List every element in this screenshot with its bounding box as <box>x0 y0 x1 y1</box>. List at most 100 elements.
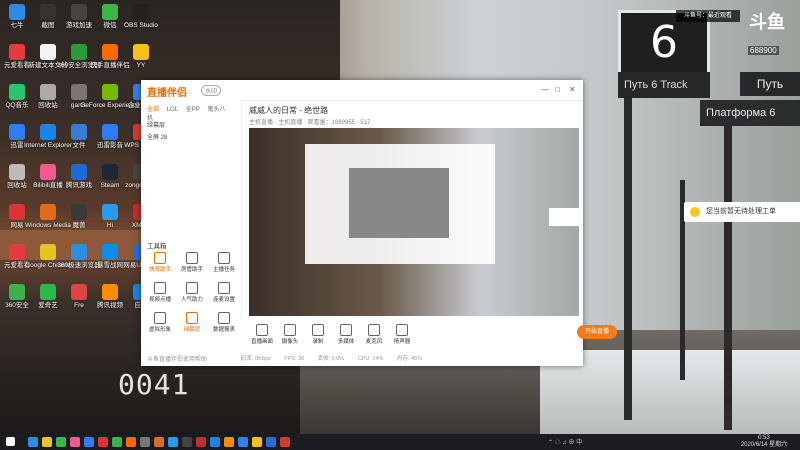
train-number: 0041 <box>118 368 190 401</box>
tab-all[interactable]: 全部 <box>147 107 159 113</box>
room-title: 威威人的日常 - 绝世路 <box>249 106 329 115</box>
action-button[interactable]: 直播画面 <box>249 324 275 345</box>
streamer-window: 直播伴侣 水印 — □ ✕ 全部 LOL 全PP 鬼头八机 绿幕层 全屏 28 … <box>141 80 617 366</box>
status-bitrate: 码率: 0Kbps <box>241 356 271 362</box>
taskbar-app-icon[interactable] <box>112 437 122 447</box>
platform-sign-track: Путь 6 Track <box>618 72 710 98</box>
taskbar-app-icon[interactable] <box>196 437 206 447</box>
tools-title: 工具箱 <box>147 243 167 250</box>
tool-item[interactable]: 视频点播 <box>145 282 175 303</box>
action-icon <box>396 324 408 336</box>
taskbar-app-icon[interactable] <box>42 437 52 447</box>
ticket-popup[interactable]: 您当前暂无待处理工单 <box>684 202 800 222</box>
tool-item[interactable]: 快哥助手 <box>145 252 175 273</box>
taskbar-app-icon[interactable] <box>238 437 248 447</box>
taskbar-app-icon[interactable] <box>252 437 262 447</box>
watermark-badge[interactable]: 水印 <box>201 85 222 96</box>
smile-icon <box>690 207 700 217</box>
tool-icon <box>218 282 230 294</box>
scene-item[interactable]: 绿幕层 <box>147 120 165 129</box>
desktop: 6 Путь 6 Track Путь Платформа 6 0041 七牛元… <box>0 0 800 434</box>
close-button[interactable]: ✕ <box>569 85 576 94</box>
tab-lol[interactable]: LOL <box>167 107 178 113</box>
room-subtitle: 主机直播 · 主机直播 · 观看量：1689955 · 517 <box>249 120 371 126</box>
action-label: 麦克风 <box>365 339 383 345</box>
scene-panel: 全部 LOL 全PP 鬼头八机 绿幕层 全屏 28 工具箱 快哥助手 房管助手 主播… <box>141 100 242 366</box>
start-button[interactable] <box>6 437 15 446</box>
action-bar: 直播画面 摄像头 录制 多媒体 麦克风 扬声器 <box>241 318 583 352</box>
action-label: 录制 <box>312 339 324 345</box>
taskbar-app-icon[interactable] <box>28 437 38 447</box>
tool-label: 绿幕层 <box>183 327 201 333</box>
tool-item[interactable]: 数据报表 <box>209 312 239 333</box>
desktop-icon[interactable]: OBS Studio <box>108 4 174 30</box>
room-id: 688900 <box>748 46 779 55</box>
scene-item[interactable]: 全屏 28 <box>147 132 167 141</box>
status-dropped: 丢帧: 0.0% <box>317 356 345 362</box>
wallpaper-pole <box>724 120 732 430</box>
ticket-popup-text: 您当前暂无待处理工单 <box>706 208 776 215</box>
action-label: 扬声器 <box>393 339 411 345</box>
desktop-icon[interactable]: YY <box>108 44 174 70</box>
taskbar-app-icon[interactable] <box>70 437 80 447</box>
app-icon <box>133 44 149 60</box>
desktop-icon-label: YY <box>136 62 146 69</box>
taskbar-app-icon[interactable] <box>182 437 192 447</box>
wallpaper-pole <box>624 90 632 420</box>
taskbar-app-icon[interactable] <box>56 437 66 447</box>
desktop-icon-label: OBS Studio <box>124 22 158 29</box>
app-icon <box>133 4 149 20</box>
tool-item[interactable]: 房管助手 <box>177 252 207 273</box>
status-bar: 码率: 0Kbps FPS: 30 丢帧: 0.0% CPU: 14% 内存: … <box>241 354 583 366</box>
tool-icon <box>154 312 166 324</box>
action-button[interactable]: 多媒体 <box>333 324 359 345</box>
tool-item[interactable]: 连麦设置 <box>209 282 239 303</box>
tool-label: 人气助力 <box>180 297 203 303</box>
tool-icon <box>154 252 166 264</box>
action-button[interactable]: 摄像头 <box>277 324 303 345</box>
action-label: 多媒体 <box>337 339 355 345</box>
tool-icon <box>218 252 230 264</box>
tool-label: 主播任务 <box>212 267 235 273</box>
taskbar-app-icon[interactable] <box>266 437 276 447</box>
douyu-logo: 斗鱼 <box>749 12 785 33</box>
tool-item[interactable]: 人气助力 <box>177 282 207 303</box>
status-memory: 内存: 45% <box>396 356 423 362</box>
maximize-button[interactable]: □ <box>555 85 560 94</box>
taskbar-app-icon[interactable] <box>224 437 234 447</box>
clock[interactable]: 0:53 2020/6/14 星期六 <box>734 435 794 449</box>
system-tray[interactable]: ⌃ ☁ ♫ ⊕ 中 <box>548 437 582 446</box>
tab-pp[interactable]: 全PP <box>186 107 200 113</box>
overlay-tag: 斗鱼号：最近观看 <box>676 10 740 22</box>
taskbar-app-icon[interactable] <box>98 437 108 447</box>
tool-icon <box>186 312 198 324</box>
preview-nested-window <box>349 168 449 238</box>
tool-icon <box>186 282 198 294</box>
action-icon <box>256 324 268 336</box>
taskbar-app-icon[interactable] <box>168 437 178 447</box>
action-button[interactable]: 麦克风 <box>361 324 387 345</box>
clock-date: 2020/6/14 星期六 <box>740 442 788 448</box>
clock-time: 0:53 <box>758 435 770 441</box>
tool-item[interactable]: 虚拟形象 <box>145 312 175 333</box>
taskbar-app-icon[interactable] <box>210 437 220 447</box>
taskbar-app-icon[interactable] <box>84 437 94 447</box>
action-button[interactable]: 扬声器 <box>389 324 415 345</box>
tool-icon <box>186 252 198 264</box>
start-stream-button[interactable]: 开始直播 <box>577 325 617 339</box>
taskbar-app-icon[interactable] <box>126 437 136 447</box>
action-button[interactable]: 录制 <box>305 324 331 345</box>
app-logo: 直播伴侣 <box>147 88 187 99</box>
status-fps: FPS: 30 <box>284 356 305 362</box>
tool-label: 快哥助手 <box>148 267 171 273</box>
tool-icon <box>218 312 230 324</box>
tool-item[interactable]: 绿幕层 <box>177 312 207 333</box>
preview-nested-popup <box>549 208 579 226</box>
action-icon <box>368 324 380 336</box>
help-link[interactable]: 斗鱼直播伴侣使用帮助 <box>147 354 207 363</box>
tool-item[interactable]: 主播任务 <box>209 252 239 273</box>
taskbar-app-icon[interactable] <box>154 437 164 447</box>
minimize-button[interactable]: — <box>541 85 549 94</box>
taskbar-app-icon[interactable] <box>280 437 290 447</box>
taskbar-app-icon[interactable] <box>140 437 150 447</box>
